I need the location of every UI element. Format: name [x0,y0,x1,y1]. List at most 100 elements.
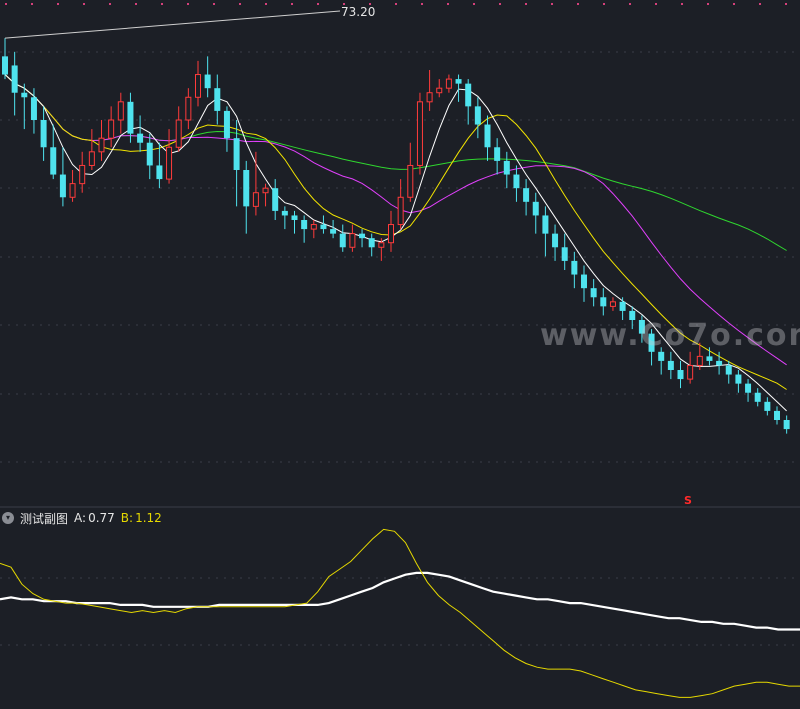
candle [262,187,269,194]
candle [484,124,491,148]
candle [407,164,414,198]
grid-dot [525,3,527,5]
candle [50,147,57,175]
candle [243,170,250,207]
candle [677,370,684,380]
candle [774,410,780,420]
candle [378,242,385,248]
candle [581,274,587,289]
ma5-line [4,74,787,412]
grid-dot [265,3,267,5]
candle [542,215,549,234]
grid-dot [317,3,319,5]
candle [465,83,472,107]
candle [667,360,674,370]
grid-dot [551,3,553,5]
candle [648,333,655,352]
candle [629,310,636,320]
ma60-line [4,74,787,251]
candle [117,101,124,121]
candle [88,151,95,166]
indicator-header: ▾ 测试副图 A: 0.77 B: 1.12 [0,509,162,527]
candle [252,192,259,207]
grid-dot [421,3,423,5]
indicator-line-a [0,571,800,631]
candle [745,383,752,393]
candle [397,196,404,226]
candle [185,96,192,121]
candle [214,88,221,111]
candle [175,119,182,148]
ma10-line [4,74,787,390]
candle [368,238,375,248]
candle [204,74,211,89]
grid-dot [109,3,111,5]
candle [716,360,723,366]
indicator-b-value: 1.12 [135,511,162,525]
grid-dot [499,3,501,5]
grid-dot [83,3,85,5]
candle [552,233,559,248]
indicator-title: 测试副图 [20,511,69,526]
grid-dot [473,3,475,5]
candle [764,401,771,411]
candle [281,210,288,216]
indicator-a-label: A: [74,511,87,525]
candle [706,356,713,361]
sell-signal-marker: S [684,494,692,507]
candle [532,201,539,216]
candle [30,97,37,120]
grid-dot [213,3,215,5]
candle [349,233,356,248]
candle [474,106,481,125]
candle [339,233,346,248]
candle [436,87,443,94]
grid-dot [603,3,605,5]
grid-dot [733,3,735,5]
candle [523,188,530,202]
chevron-down-icon[interactable]: ▾ [2,512,14,524]
grid-dot [655,3,657,5]
high-price-label: 73.20 [341,5,376,19]
grid-dot [135,3,137,5]
candle [359,233,366,239]
grid-dot [5,3,7,5]
grid-dot [577,3,579,5]
grid-dot [31,3,33,5]
candle [638,320,645,334]
candle [40,120,47,148]
candle [561,247,568,261]
candle [301,220,308,230]
grid-dot [57,3,59,5]
grid-dot [447,3,449,5]
candle [388,224,394,244]
candle [725,365,732,375]
candle [195,74,201,98]
candle [291,215,298,220]
candle [146,142,153,166]
candle [513,174,520,189]
candle [735,374,742,384]
grid-dot [759,3,761,5]
grid-dot [707,3,709,5]
grid-dot [395,3,397,5]
indicator-a-value: 0.77 [88,511,115,525]
candle [503,160,510,175]
candle [609,301,616,307]
candle [330,229,337,234]
candle [619,301,626,311]
candle [272,188,279,211]
candle [59,174,66,198]
grid-dot [187,3,189,5]
candlestick-chart[interactable] [0,0,800,709]
candle [445,78,452,89]
high-price-leader [4,10,341,39]
candle [11,65,18,93]
candle [426,92,433,103]
candle [21,92,28,98]
grid-dot [291,3,293,5]
grid-dot [785,3,787,5]
candle [233,138,240,170]
candle [79,164,86,185]
grid-dot [161,3,163,5]
